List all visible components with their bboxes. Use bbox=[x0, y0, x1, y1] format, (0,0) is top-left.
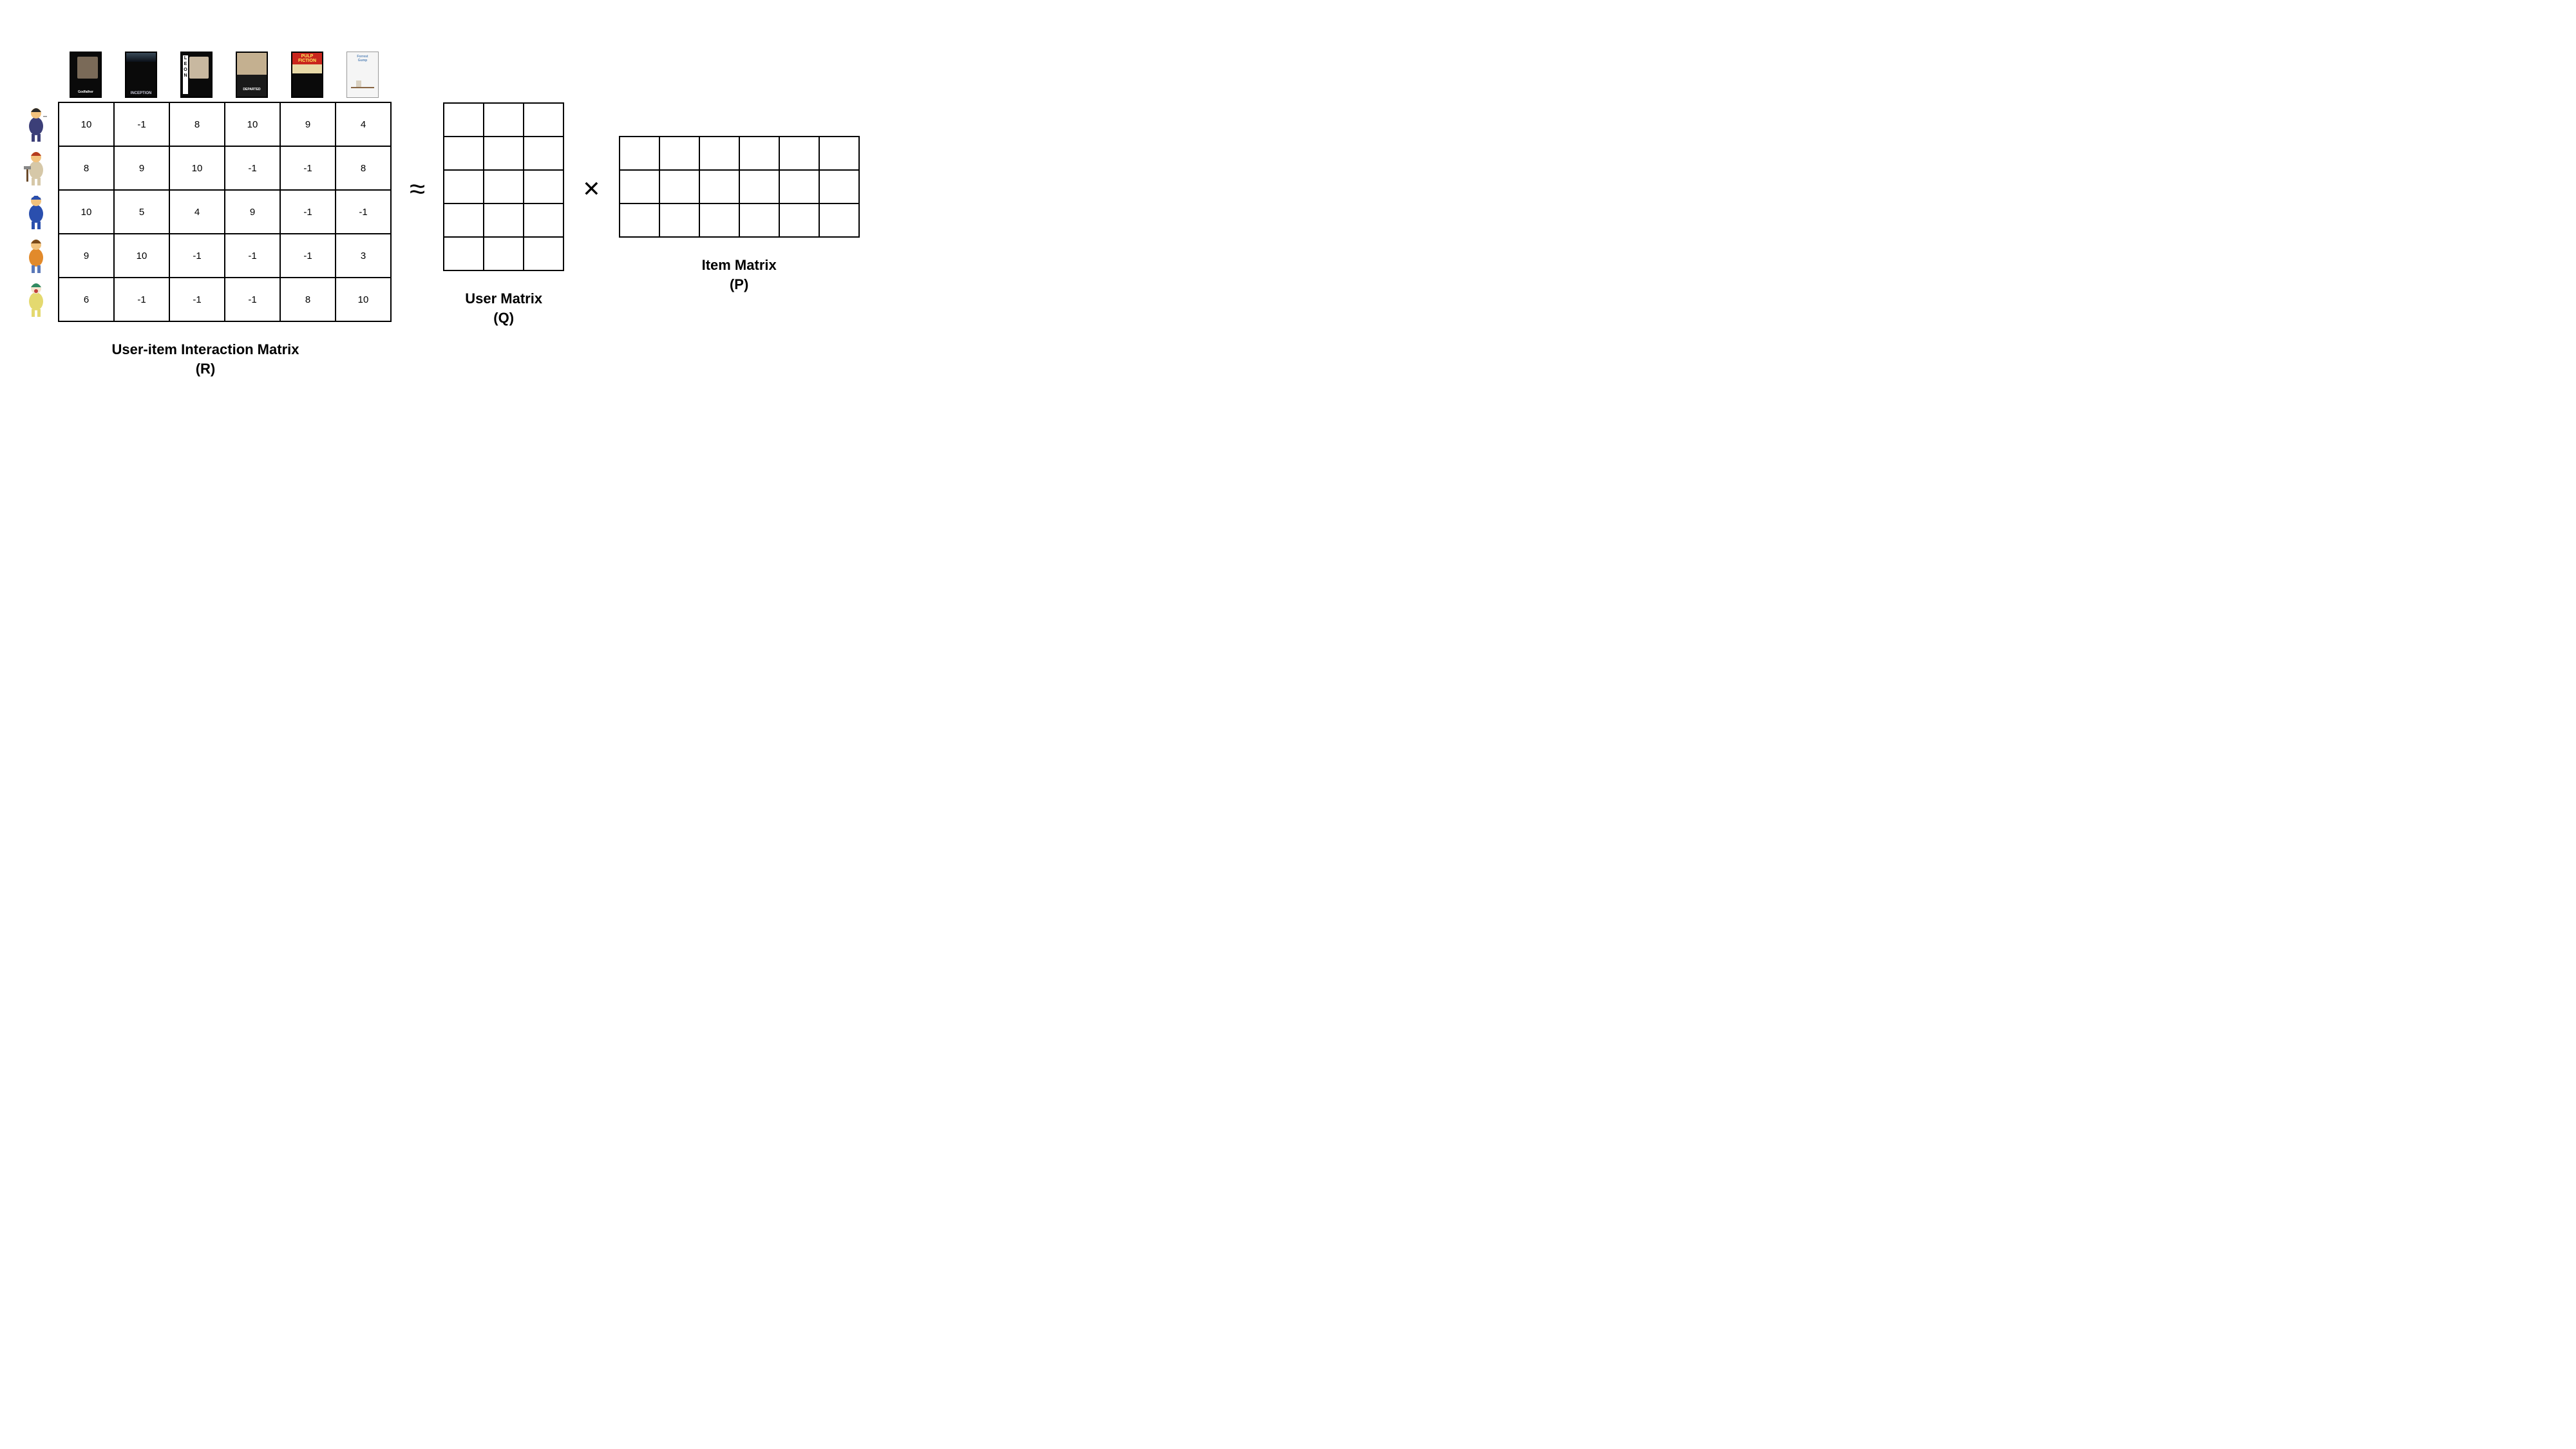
r-cell: 10 bbox=[114, 234, 169, 278]
q-cell bbox=[484, 137, 524, 170]
r-cell: 8 bbox=[59, 146, 114, 190]
r-cell: 6 bbox=[59, 278, 114, 321]
r-cell: 4 bbox=[169, 190, 225, 234]
q-label-line1: User Matrix bbox=[465, 290, 542, 307]
p-cell bbox=[699, 137, 739, 170]
r-cell: 3 bbox=[336, 234, 391, 278]
movie-poster-inception: INCEPTION bbox=[125, 52, 157, 98]
movie-poster-leon: LEON bbox=[180, 52, 213, 98]
p-cell bbox=[819, 204, 859, 237]
q-cell bbox=[484, 170, 524, 204]
r-cell: -1 bbox=[225, 146, 280, 190]
p-cell bbox=[779, 170, 819, 204]
user-avatar-willie bbox=[19, 146, 53, 189]
r-cell: -1 bbox=[114, 102, 169, 146]
r-cell: 10 bbox=[59, 102, 114, 146]
r-label: User-item Interaction Matrix (R) bbox=[112, 340, 299, 378]
p-cell bbox=[779, 137, 819, 170]
r-body: 10-1810948910-1-1810549-1-1910-1-1-136-1… bbox=[19, 102, 392, 322]
r-cell: 10 bbox=[169, 146, 225, 190]
p-cell bbox=[739, 137, 779, 170]
q-section: User Matrix (Q) bbox=[443, 102, 564, 327]
user-avatar-fat-tony bbox=[19, 102, 53, 146]
r-cell: -1 bbox=[280, 190, 336, 234]
p-matrix bbox=[619, 136, 860, 238]
p-cell bbox=[620, 170, 659, 204]
movie-poster-forrest: ForrestGump bbox=[346, 52, 379, 98]
q-cell bbox=[524, 204, 564, 237]
q-matrix bbox=[443, 102, 564, 271]
p-label-line1: Item Matrix bbox=[702, 257, 777, 273]
q-cell bbox=[444, 237, 484, 270]
q-cell bbox=[484, 237, 524, 270]
movie-poster-departed: DEPARTED bbox=[236, 52, 268, 98]
user-avatar-wiggum bbox=[19, 189, 53, 233]
r-wrap: Godfather INCEPTION LEON DEPARTED PULP FICTI… bbox=[19, 52, 392, 322]
user-avatar-krusty bbox=[19, 277, 53, 321]
q-cell bbox=[524, 103, 564, 137]
r-cell: 10 bbox=[59, 190, 114, 234]
movie-posters-row: Godfather INCEPTION LEON DEPARTED PULP FICTI… bbox=[58, 52, 390, 98]
r-matrix: 10-1810948910-1-1810549-1-1910-1-1-136-1… bbox=[58, 102, 392, 322]
p-cell bbox=[620, 204, 659, 237]
movie-poster-pulp: PULP FICTION bbox=[291, 52, 323, 98]
q-cell bbox=[444, 204, 484, 237]
p-cell bbox=[659, 137, 699, 170]
r-cell: 9 bbox=[280, 102, 336, 146]
q-cell bbox=[444, 103, 484, 137]
r-cell: -1 bbox=[336, 190, 391, 234]
p-cell bbox=[819, 170, 859, 204]
p-label-line2: (P) bbox=[730, 276, 748, 292]
q-label-line2: (Q) bbox=[493, 310, 514, 326]
p-section: Item Matrix (P) bbox=[619, 136, 860, 294]
q-cell bbox=[524, 137, 564, 170]
times-symbol: ✕ bbox=[582, 176, 601, 202]
r-section: Godfather INCEPTION LEON DEPARTED PULP FICTI… bbox=[19, 52, 392, 378]
r-cell: 9 bbox=[59, 234, 114, 278]
p-cell bbox=[699, 204, 739, 237]
q-cell bbox=[444, 170, 484, 204]
approx-symbol: ≈ bbox=[410, 173, 425, 205]
movie-poster-godfather: Godfather bbox=[70, 52, 102, 98]
user-avatar-nelson bbox=[19, 233, 53, 277]
p-cell bbox=[620, 137, 659, 170]
p-cell bbox=[659, 204, 699, 237]
r-cell: -1 bbox=[169, 234, 225, 278]
r-cell: 8 bbox=[336, 146, 391, 190]
q-cell bbox=[484, 204, 524, 237]
q-cell bbox=[524, 170, 564, 204]
p-cell bbox=[659, 170, 699, 204]
diagram-container: Godfather INCEPTION LEON DEPARTED PULP FICTI… bbox=[19, 52, 860, 378]
r-cell: 5 bbox=[114, 190, 169, 234]
r-cell: -1 bbox=[280, 146, 336, 190]
r-cell: -1 bbox=[280, 234, 336, 278]
q-cell bbox=[444, 137, 484, 170]
r-cell: -1 bbox=[225, 278, 280, 321]
p-cell bbox=[739, 170, 779, 204]
r-cell: 4 bbox=[336, 102, 391, 146]
p-cell bbox=[779, 204, 819, 237]
r-label-line2: (R) bbox=[196, 361, 216, 377]
p-cell bbox=[739, 204, 779, 237]
r-cell: 9 bbox=[114, 146, 169, 190]
q-cell bbox=[484, 103, 524, 137]
r-cell: 9 bbox=[225, 190, 280, 234]
r-cell: 10 bbox=[225, 102, 280, 146]
p-cell bbox=[819, 137, 859, 170]
r-cell: -1 bbox=[169, 278, 225, 321]
r-cell: 8 bbox=[169, 102, 225, 146]
q-label: User Matrix (Q) bbox=[465, 289, 542, 327]
q-cell bbox=[524, 237, 564, 270]
r-cell: 8 bbox=[280, 278, 336, 321]
r-cell: -1 bbox=[225, 234, 280, 278]
r-label-line1: User-item Interaction Matrix bbox=[112, 341, 299, 357]
p-label: Item Matrix (P) bbox=[702, 256, 777, 294]
user-avatars-column bbox=[19, 102, 53, 322]
r-cell: 10 bbox=[336, 278, 391, 321]
p-cell bbox=[699, 170, 739, 204]
r-cell: -1 bbox=[114, 278, 169, 321]
